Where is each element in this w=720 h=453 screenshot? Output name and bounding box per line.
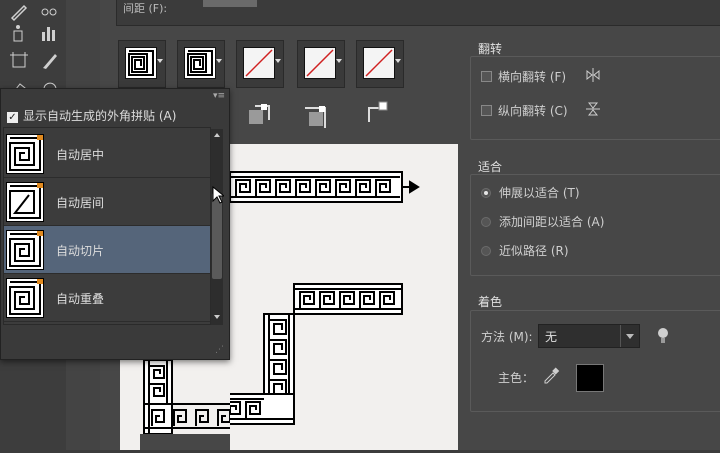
none-swatch — [304, 47, 336, 79]
none-swatch — [363, 47, 395, 79]
flip-vertical-icon — [584, 100, 602, 118]
list-item[interactable]: 自动重叠 — [4, 274, 210, 322]
corner-tile-popup: ✓ 显示自动生成的外角拼贴 (A) ▾≡ 自动居中 自动居间 自动切片 自动重叠 — [0, 88, 230, 360]
chevron-down-icon — [275, 59, 281, 63]
show-auto-corners-option[interactable]: ✓ 显示自动生成的外角拼贴 (A) — [7, 107, 176, 124]
start-type-icon — [303, 102, 331, 130]
fit-option-stretch[interactable]: 伸展以适合 (T) — [481, 184, 580, 201]
colorization-title: 着色 — [478, 295, 503, 309]
flip-title: 翻转 — [478, 42, 503, 56]
side-tile-swatch — [125, 47, 157, 79]
auto-sliced-thumbnail — [6, 230, 44, 270]
inner-corner-tile-button[interactable] — [236, 40, 284, 88]
start-tile-button[interactable] — [297, 40, 345, 88]
list-item[interactable]: 自动切片 — [4, 226, 210, 274]
fit-stretch-radio[interactable] — [481, 188, 491, 198]
outer-corner-tile-button[interactable] — [177, 40, 225, 88]
method-value: 无 — [545, 330, 558, 344]
list-item-label: 自动居中 — [56, 148, 105, 162]
flip-vertical-checkbox[interactable] — [481, 105, 492, 116]
auto-between-thumbnail — [6, 182, 44, 222]
spacing-label: 间距 (F): — [123, 2, 168, 15]
spacing-row: 间距 (F): — [116, 0, 720, 26]
chevron-down-icon — [395, 59, 401, 63]
fit-approximate-radio[interactable] — [481, 246, 491, 256]
fit-add-space-radio[interactable] — [481, 217, 491, 227]
lightbulb-icon[interactable] — [656, 326, 670, 346]
flip-vertical-option[interactable]: 纵向翻转 (C) — [481, 102, 568, 119]
chevron-down-icon — [157, 59, 163, 63]
flip-horizontal-icon — [584, 66, 602, 84]
chevron-down-icon[interactable] — [620, 325, 639, 347]
scrollbar-thumb[interactable] — [212, 193, 222, 279]
mouse-cursor-icon — [212, 185, 226, 204]
list-item-label: 自动重叠 — [56, 292, 105, 306]
auto-overlap-thumbnail — [6, 278, 44, 318]
none-swatch — [243, 47, 275, 79]
slice-icon[interactable] — [38, 50, 60, 72]
fit-option-label: 近似路径 (R) — [499, 244, 569, 258]
fit-title: 适合 — [478, 160, 503, 174]
flip-vertical-label: 纵向翻转 (C) — [498, 104, 568, 118]
method-label: 方法 (M): — [481, 330, 533, 344]
list-scrollbar[interactable] — [211, 129, 223, 325]
pattern-preview — [139, 171, 420, 425]
resize-grip-icon[interactable]: ⋰ — [215, 345, 224, 355]
spacing-input[interactable] — [203, 0, 257, 7]
scroll-up-icon[interactable] — [214, 133, 220, 137]
panel-menu-icon[interactable]: ▾≡ — [213, 91, 225, 101]
scissors-icon[interactable] — [38, 0, 60, 22]
show-auto-corners-label: 显示自动生成的外角拼贴 (A) — [23, 109, 177, 123]
auto-centered-thumbnail — [6, 134, 44, 174]
key-color-swatch[interactable] — [576, 364, 604, 392]
pencil-icon[interactable] — [8, 0, 30, 22]
fit-option-label: 添加间距以适合 (A) — [499, 215, 605, 229]
end-tile-button[interactable] — [356, 40, 404, 88]
flip-horizontal-checkbox[interactable] — [481, 71, 492, 82]
side-tile-button[interactable] — [118, 40, 166, 88]
eyedropper-icon[interactable] — [542, 366, 560, 384]
corner-tile-list: 自动居中 自动居间 自动切片 自动重叠 — [3, 127, 211, 325]
fit-option-add-space[interactable]: 添加间距以适合 (A) — [481, 213, 604, 230]
flip-horizontal-label: 横向翻转 (F) — [498, 70, 567, 84]
artboard-icon[interactable] — [8, 50, 30, 72]
preview-canvas-left — [140, 359, 231, 435]
inner-corner-type-icon — [245, 102, 273, 130]
list-item-label: 自动居间 — [56, 196, 105, 210]
fit-option-approximate[interactable]: 近似路径 (R) — [481, 242, 569, 259]
preview-canvas — [139, 144, 458, 450]
column-graph-icon[interactable] — [38, 22, 60, 44]
chevron-down-icon — [216, 59, 222, 63]
list-item[interactable]: 自动居间 — [4, 178, 210, 226]
fit-option-label: 伸展以适合 (T) — [499, 186, 580, 200]
preview-canvas-edge — [120, 360, 140, 450]
method-select[interactable]: 无 — [538, 324, 640, 348]
symbol-sprayer-icon[interactable] — [8, 22, 30, 44]
outer-corner-swatch — [184, 47, 216, 79]
checkmark-icon[interactable]: ✓ — [7, 112, 18, 123]
key-color-label: 主色： — [498, 371, 535, 385]
chevron-down-icon — [336, 59, 342, 63]
scroll-down-icon[interactable] — [214, 315, 220, 319]
flip-horizontal-option[interactable]: 横向翻转 (F) — [481, 68, 566, 85]
list-item[interactable]: 自动居中 — [4, 130, 210, 178]
end-type-icon — [363, 98, 391, 126]
list-item-label: 自动切片 — [56, 244, 105, 258]
